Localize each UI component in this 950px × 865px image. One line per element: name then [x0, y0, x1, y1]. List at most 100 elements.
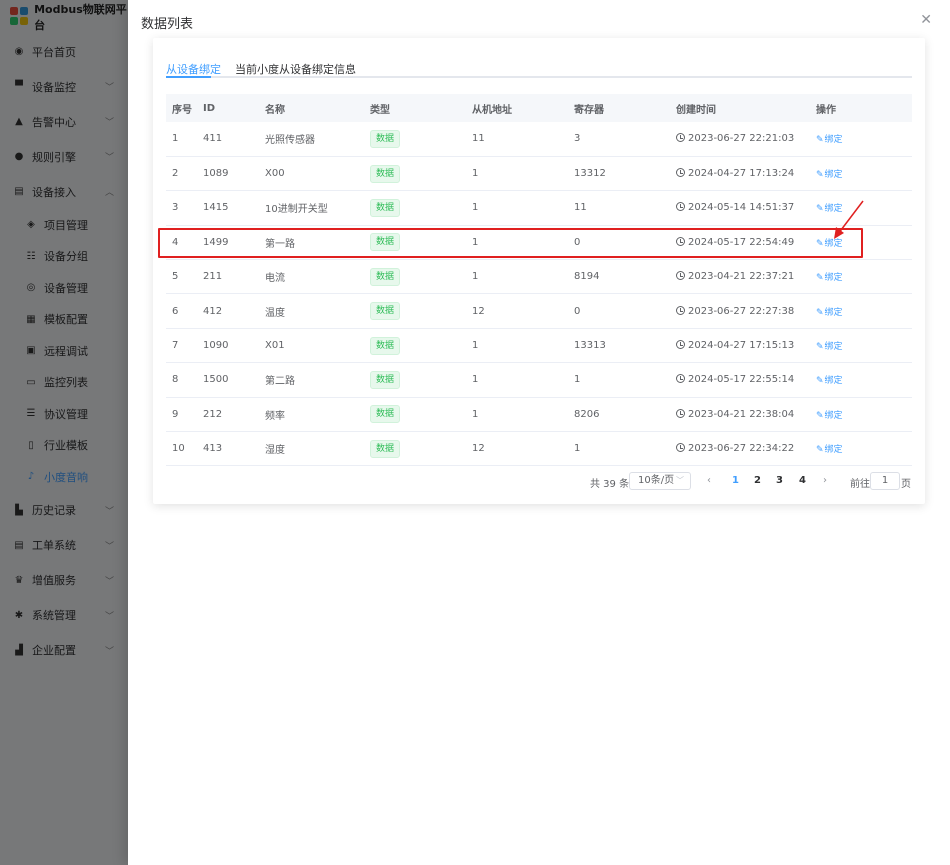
tab-bar: 从设备绑定 当前小度从设备绑定信息: [166, 58, 912, 78]
cell-id: 1090: [203, 340, 229, 352]
bind-label: 绑定: [824, 170, 843, 181]
clock-icon: [676, 408, 685, 418]
page-4[interactable]: 4: [799, 475, 806, 486]
clock-icon: [676, 340, 685, 350]
cell-name: 光照传感器: [265, 135, 315, 147]
cell-type: 数据: [364, 328, 466, 362]
edit-icon: ✎: [816, 410, 824, 421]
cell-action: ✎绑定: [810, 397, 912, 431]
cell-action: ✎绑定: [810, 328, 912, 362]
cell-name: 电流: [265, 273, 285, 285]
goto-page-input[interactable]: 1: [870, 472, 900, 490]
col-header-slave-address: 从机地址: [472, 104, 512, 116]
cell-slave-address: 12: [472, 443, 485, 455]
cell-created-time: 2024-05-14 14:51:37: [670, 191, 810, 225]
tab-current-bindings[interactable]: 当前小度从设备绑定信息: [235, 61, 356, 77]
bind-button[interactable]: ✎绑定: [816, 342, 843, 352]
clock-icon: [676, 443, 685, 453]
cell-index: 1: [172, 133, 179, 145]
bind-button[interactable]: ✎绑定: [816, 135, 843, 145]
clock-icon: [676, 202, 685, 212]
cell-type: 数据: [364, 156, 466, 190]
bind-label: 绑定: [824, 307, 843, 318]
cell-register: 1: [574, 443, 581, 455]
next-page-icon[interactable]: ›: [823, 475, 827, 486]
prev-page-icon[interactable]: ‹: [707, 475, 711, 486]
cell-index: 10: [172, 443, 185, 455]
data-table: 序号 ID 名称 类型 从机地址 寄存器 创建时间 操作 1 411 光照传感器 数据…: [166, 94, 912, 466]
col-header-index: 序号: [172, 104, 192, 116]
edit-icon: ✎: [816, 376, 824, 387]
drawer-title: 数据列表: [141, 17, 194, 32]
cell-index: 3: [172, 202, 179, 214]
page-unit-label: 页: [901, 479, 911, 490]
type-tag: 数据: [370, 267, 401, 286]
cell-type: 数据: [364, 397, 466, 431]
cell-id: 1089: [203, 168, 229, 180]
page-1[interactable]: 1: [732, 475, 739, 486]
cell-created-time: 2023-06-27 22:27:38: [670, 294, 810, 328]
created-time-text: 2023-04-21 22:38:04: [688, 408, 795, 420]
created-time-text: 2024-04-27 17:15:13: [688, 340, 795, 352]
cell-slave-address: 1: [472, 340, 479, 352]
chevron-down-icon: ﹀: [676, 476, 684, 485]
cell-slave-address: 1: [472, 202, 479, 214]
col-header-name: 名称: [265, 104, 285, 116]
cell-index: 7: [172, 340, 179, 352]
pagination: 共 39 条 10条/页 ﹀ ‹ 1 2 3 4 › 前往 1 页: [153, 472, 925, 492]
created-time-text: 2024-05-17 22:54:49: [688, 236, 795, 248]
cell-register: 8194: [574, 271, 600, 283]
tab-slave-bind[interactable]: 从设备绑定: [166, 61, 221, 77]
bind-button[interactable]: ✎绑定: [816, 445, 843, 455]
cell-slave-address: 1: [472, 408, 479, 420]
cell-created-time: 2023-06-27 22:34:22: [670, 432, 810, 466]
cell-slave-address: 1: [472, 236, 479, 248]
table-row: 7 1090 X01 数据 1 13313 2024-04-27 17:15:13 ✎绑定: [166, 328, 912, 363]
cell-name: 第二路: [265, 376, 295, 388]
cell-created-time: 2023-04-21 22:38:04: [670, 397, 810, 431]
cell-name: 频率: [265, 410, 285, 422]
content-card: 从设备绑定 当前小度从设备绑定信息 序号 ID 名称 类型 从机地址 寄存器 创…: [153, 38, 925, 504]
page-2[interactable]: 2: [754, 475, 761, 486]
clock-icon: [676, 236, 685, 246]
table-row: 3 1415 10进制开关型 数据 1 11 2024-05-14 14:51:37 ✎绑定: [166, 191, 912, 226]
bind-label: 绑定: [824, 273, 843, 284]
cell-register: 1: [574, 374, 581, 386]
bind-button[interactable]: ✎绑定: [816, 170, 843, 180]
bind-button[interactable]: ✎绑定: [816, 239, 843, 249]
bind-button[interactable]: ✎绑定: [816, 273, 843, 283]
page-size-select[interactable]: 10条/页 ﹀: [629, 472, 691, 490]
cell-slave-address: 1: [472, 168, 479, 180]
edit-icon: ✎: [816, 135, 824, 146]
cell-name: X00: [265, 168, 285, 180]
close-icon[interactable]: ✕: [920, 12, 932, 28]
page-3[interactable]: 3: [776, 475, 783, 486]
cell-index: 4: [172, 236, 179, 248]
type-tag: 数据: [370, 164, 401, 183]
cell-type: 数据: [364, 260, 466, 294]
edit-icon: ✎: [816, 170, 824, 181]
cell-action: ✎绑定: [810, 225, 912, 259]
cell-register: 11: [574, 202, 587, 214]
cell-register: 13313: [574, 340, 606, 352]
cell-created-time: 2023-04-21 22:37:21: [670, 260, 810, 294]
edit-icon: ✎: [816, 238, 824, 249]
cell-action: ✎绑定: [810, 122, 912, 156]
table-row: 6 412 温度 数据 12 0 2023-06-27 22:27:38 ✎绑定: [166, 294, 912, 329]
cell-slave-address: 12: [472, 305, 485, 317]
table-row: 8 1500 第二路 数据 1 1 2024-05-17 22:55:14 ✎绑定: [166, 363, 912, 398]
clock-icon: [676, 133, 685, 143]
bind-button[interactable]: ✎绑定: [816, 376, 843, 386]
cell-register: 8206: [574, 408, 600, 420]
cell-name: 温度: [265, 307, 285, 319]
cell-id: 413: [203, 443, 223, 455]
cell-register: 13312: [574, 168, 606, 180]
bind-label: 绑定: [824, 135, 843, 146]
cell-type: 数据: [364, 432, 466, 466]
bind-button[interactable]: ✎绑定: [816, 204, 843, 214]
bind-button[interactable]: ✎绑定: [816, 308, 843, 318]
cell-name: 湿度: [265, 445, 285, 457]
col-header-created-time: 创建时间: [676, 104, 716, 116]
clock-icon: [676, 168, 685, 178]
bind-button[interactable]: ✎绑定: [816, 411, 843, 421]
